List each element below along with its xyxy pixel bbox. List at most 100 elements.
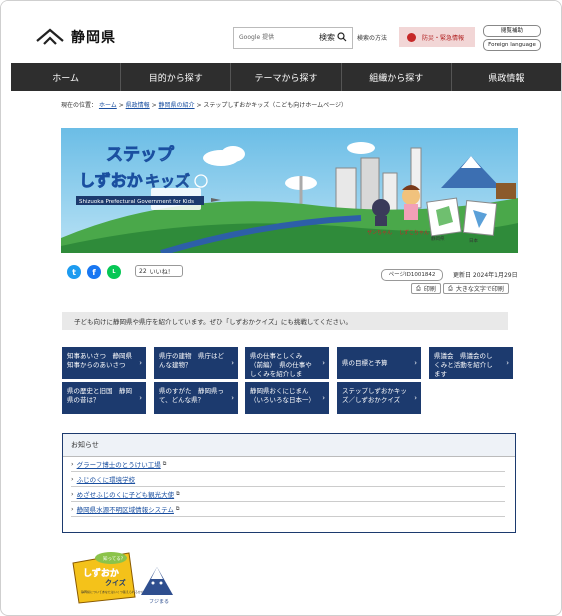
news-item[interactable]: › めざせふじのくに子ども観光大使 ⧉ <box>71 487 505 502</box>
news-section: お知らせ › グラーフ博士のとうけい工場 ⧉ › ふじのくに環境学校 › めざせ… <box>62 433 516 533</box>
hero-title-bottom-b: キッズ <box>145 172 190 190</box>
banner-text-main: しずおか <box>83 567 119 579</box>
tile-label: 静岡県おくにじまん（いろいろな日本一） <box>250 387 315 404</box>
chevron-right-icon: › <box>322 359 325 367</box>
print-button-label: 印刷 <box>423 286 436 293</box>
twitter-icon[interactable]: t <box>67 265 81 279</box>
tile-label: 県の目標と予算 <box>342 359 388 367</box>
like-button[interactable]: 22 いいね！ <box>135 265 183 277</box>
updated-date: 更新日 2024年1月29日 <box>453 272 518 279</box>
breadcrumb-current: ステップしずおかキッズ（こども向けホームページ） <box>203 102 348 109</box>
quiz-banner[interactable]: 知ってる？ しずおか クイズ 静岡県についてあなたはいくつ答えられるかな？ フジ… <box>69 549 179 605</box>
chevron-right-icon: › <box>322 394 325 402</box>
tile-work-system[interactable]: 県の仕事としくみ（前編） 県の仕事やしくみを紹介します！› <box>245 347 329 387</box>
like-count: 22 <box>139 267 147 275</box>
hero-illustration: ステップ しずおか キッズ Shizuoka Prefectural Gover… <box>61 128 518 253</box>
news-item[interactable]: › ふじのくに環境学校 <box>71 472 505 487</box>
hero-character-2: しずこちゃん <box>399 229 429 236</box>
news-item[interactable]: › 静岡県水源不明区域情報システム ⧉ <box>71 502 505 517</box>
breadcrumb-separator: > <box>118 102 124 109</box>
search-help-link[interactable]: 検索の方法 <box>357 33 387 42</box>
tile-profile[interactable]: 県のすがた 静岡県って、どんな県？ › <box>154 382 238 414</box>
external-link-icon: ⧉ <box>175 506 180 512</box>
breadcrumb: 現在の位置： ホーム > 県政情報 > 静岡県の紹介 > ステップしずおかキッズ… <box>61 100 347 109</box>
hero-subtitle: Shizuoka Prefectural Government for Kids <box>79 199 194 205</box>
like-label: いいね！ <box>149 268 174 276</box>
news-item-link[interactable]: めざせふじのくに子ども観光大使 <box>77 489 175 499</box>
tile-history[interactable]: 県の歴史と旧国 静岡県の昔は？ › <box>62 382 146 414</box>
tile-governor-greeting[interactable]: 知事あいさつ 静岡県知事からのあいさつ › <box>62 347 146 379</box>
breadcrumb-separator: > <box>151 102 157 109</box>
tile-office-building[interactable]: 県庁の建物 県庁はどんな建物？ › <box>154 347 238 379</box>
page-id-badge: ページID1001842 <box>381 269 443 281</box>
banner-text-top: 知ってる？ <box>103 555 125 562</box>
news-heading: お知らせ <box>63 434 515 457</box>
nav-item-prefectural-info[interactable]: 県政情報 <box>452 63 561 91</box>
line-icon[interactable]: L <box>107 265 121 279</box>
tile-pride[interactable]: 静岡県おくにじまん（いろいろな日本一） › <box>245 382 329 414</box>
caret-right-icon: › <box>71 475 74 483</box>
chevron-right-icon: › <box>414 394 417 402</box>
caret-right-icon: › <box>71 505 74 513</box>
chevron-right-icon: › <box>231 394 234 402</box>
external-link-icon: ⧉ <box>176 491 180 497</box>
hero-title-bottom-a: しずおか <box>79 171 143 190</box>
tile-label: 知事あいさつ 静岡県知事からのあいさつ <box>67 352 132 369</box>
nav-item-theme[interactable]: テーマから探す <box>231 63 342 91</box>
disaster-info-label: 防災・緊急情報 <box>422 34 465 42</box>
search-icon <box>337 32 347 42</box>
nav-item-home[interactable]: ホーム <box>11 63 122 91</box>
search-placeholder: Google 提供 <box>239 34 275 41</box>
foreign-language-button[interactable]: Foreign language <box>483 39 541 51</box>
tile-label: ステップしずおかキッズ／しずおかクイズ <box>342 387 407 404</box>
intro-text: 子ども向けに静岡県や県庁を紹介しています。ぜひ「しずおかクイズ」にも挑戦してくだ… <box>62 312 508 330</box>
large-print-button-label: 大きな文字で印刷 <box>455 286 504 293</box>
facebook-icon[interactable]: f <box>87 265 101 279</box>
tile-goals-budget[interactable]: 県の目標と予算 › <box>337 347 421 379</box>
hero-banner: ステップ しずおか キッズ Shizuoka Prefectural Gover… <box>61 128 518 253</box>
social-share: t f L <box>67 265 121 279</box>
site-logo[interactable]: 静岡県 <box>35 27 116 47</box>
breadcrumb-separator: > <box>196 102 202 109</box>
news-item-link[interactable]: 静岡県水源不明区域情報システム <box>77 504 174 514</box>
site-title: 静岡県 <box>71 30 116 46</box>
news-item-link[interactable]: ふじのくに環境学校 <box>77 474 136 484</box>
banner-text-sub: クイズ <box>105 578 126 587</box>
external-link-icon: ⧉ <box>162 461 167 467</box>
tile-label: 県議会 県議会のしくみと活動を紹介します <box>434 352 493 378</box>
alert-icon <box>407 32 416 42</box>
breadcrumb-link-prefectural-info[interactable]: 県政情報 <box>126 102 150 109</box>
print-button[interactable]: ⎙ 印刷 <box>411 283 441 294</box>
printer-icon: ⎙ <box>416 284 421 292</box>
tile-label: 県庁の建物 県庁はどんな建物？ <box>159 352 224 369</box>
chevron-right-icon: › <box>139 394 142 402</box>
nav-item-purpose[interactable]: 目的から探す <box>121 63 232 91</box>
tile-assembly[interactable]: 県議会 県議会のしくみと活動を紹介します › <box>429 347 513 379</box>
search-button[interactable]: 検索 <box>315 27 351 47</box>
global-nav: ホーム 目的から探す テーマから探す 組織から探す 県政情報 <box>11 63 561 91</box>
tile-label: 県の歴史と旧国 静岡県の昔は？ <box>67 387 132 404</box>
news-item-link[interactable]: グラーフ博士のとうけい工場 <box>77 459 161 469</box>
caret-right-icon: › <box>71 490 74 498</box>
banner-text-note: 静岡県についてあなたはいくつ答えられるかな？ <box>81 589 147 594</box>
site-header: 静岡県 Google 提供 検索 検索の方法 防災・緊急情報 閲覧補助 Fore… <box>1 1 561 63</box>
search-button-label: 検索 <box>319 32 335 42</box>
prefecture-emblem-icon <box>36 28 64 45</box>
large-print-button[interactable]: ⎙ 大きな文字で印刷 <box>443 283 509 294</box>
nav-item-organization[interactable]: 組織から探す <box>342 63 452 91</box>
news-item[interactable]: › グラーフ博士のとうけい工場 ⧉ <box>71 457 505 472</box>
disaster-info-button[interactable]: 防災・緊急情報 <box>399 27 475 47</box>
hero-card-1: 静岡県 <box>431 235 445 242</box>
quiz-banner-illustration: 知ってる？ しずおか クイズ 静岡県についてあなたはいくつ答えられるかな？ フジ… <box>72 552 173 605</box>
banner-character: フジまる <box>149 599 169 605</box>
chevron-right-icon: › <box>231 359 234 367</box>
tile-quiz[interactable]: ステップしずおかキッズ／しずおかクイズ › <box>337 382 421 414</box>
printer-icon: ⎙ <box>448 284 453 292</box>
breadcrumb-link-introduction[interactable]: 静岡県の紹介 <box>159 102 195 109</box>
caret-right-icon: › <box>71 460 74 468</box>
hero-character-1: ザンちゃん <box>367 230 392 236</box>
chevron-right-icon: › <box>506 359 509 367</box>
breadcrumb-link-home[interactable]: ホーム <box>99 102 117 109</box>
hero-title-top: ステップ <box>106 144 175 165</box>
reading-assist-button[interactable]: 閲覧補助 <box>483 25 541 37</box>
